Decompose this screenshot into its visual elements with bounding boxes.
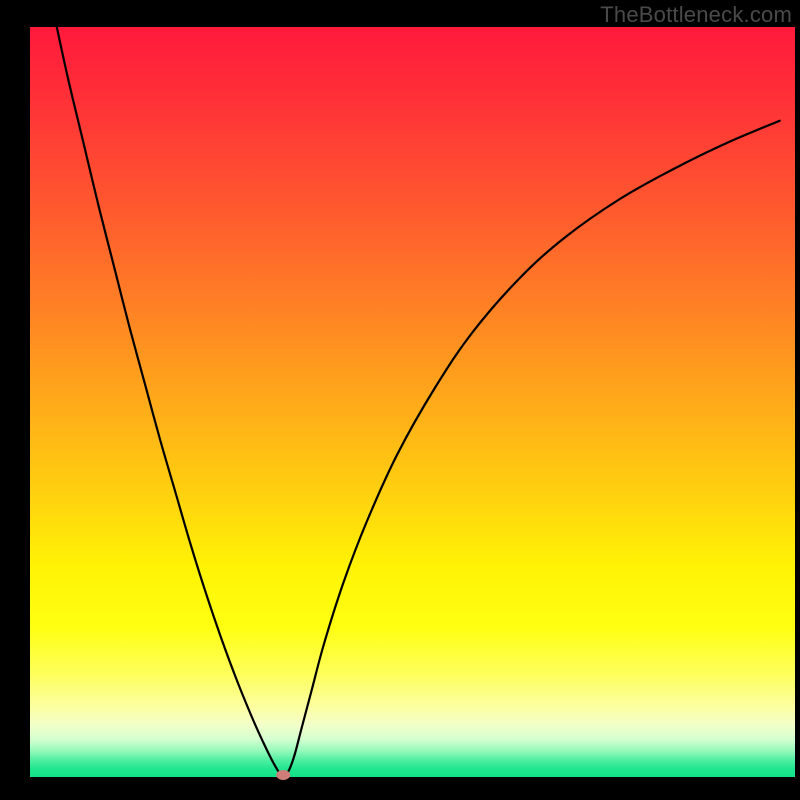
optimal-point-marker (276, 770, 290, 780)
plot-background (30, 27, 795, 777)
watermark-text: TheBottleneck.com (600, 2, 792, 28)
chart-frame: TheBottleneck.com (0, 0, 800, 800)
bottleneck-chart (0, 0, 800, 800)
